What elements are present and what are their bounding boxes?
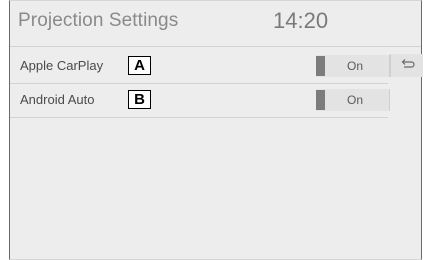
clock: 14:20 (273, 8, 329, 33)
screen-title: Projection Settings (18, 10, 179, 31)
setting-row-android-auto[interactable]: Android Auto B On (15, 87, 390, 114)
header-divider (10, 46, 421, 47)
toggle-indicator (316, 56, 325, 76)
setting-label: Apple CarPlay (20, 58, 104, 73)
toggle-value: On (347, 93, 364, 107)
projection-settings-screen: Projection Settings 14:20 Apple CarPlay … (9, 0, 423, 260)
row-divider (10, 83, 388, 84)
apple-carplay-toggle[interactable]: On (316, 55, 390, 77)
back-button[interactable] (390, 54, 423, 77)
setting-row-apple-carplay[interactable]: Apple CarPlay A On (15, 53, 390, 80)
android-auto-toggle[interactable]: On (316, 89, 390, 111)
toggle-value: On (347, 59, 364, 73)
toggle-indicator (316, 90, 325, 110)
return-arrow-icon (401, 59, 415, 68)
callout-label: A (128, 56, 151, 75)
callout-label: B (128, 90, 151, 109)
row-divider (10, 117, 388, 118)
setting-label: Android Auto (20, 92, 95, 107)
